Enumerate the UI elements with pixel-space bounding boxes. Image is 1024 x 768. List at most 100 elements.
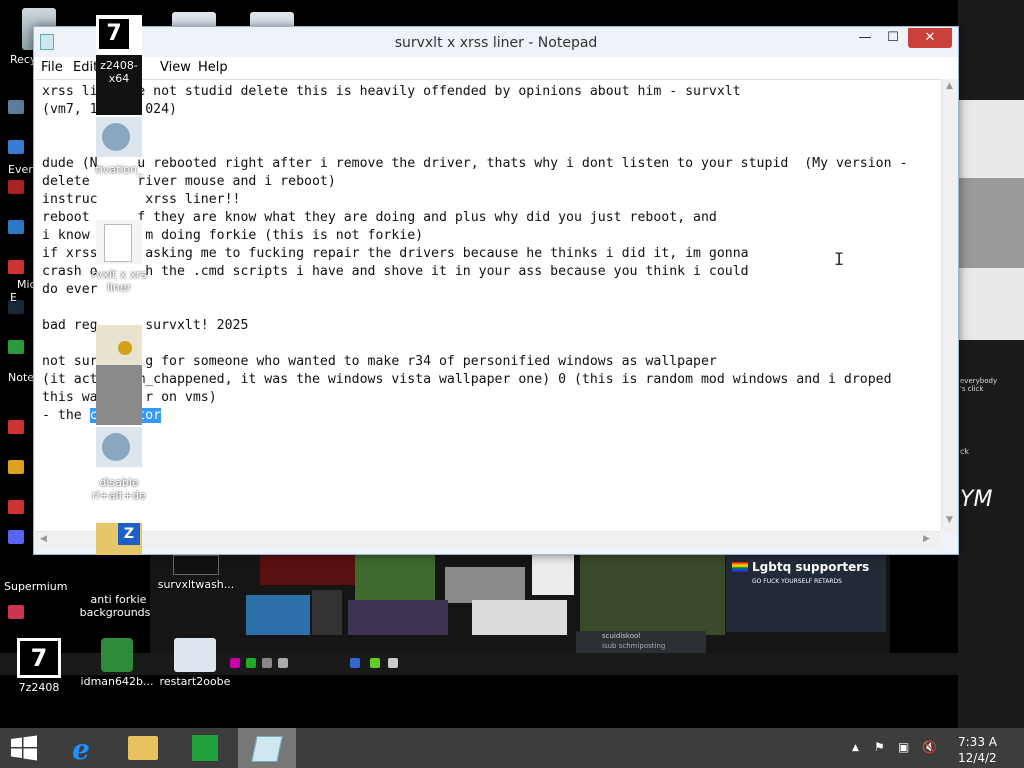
survxlt-file-icon[interactable] [96,220,142,264]
gear-icon [102,433,130,461]
wallpaper-right-strip: everybody 's click ck YM [958,0,1024,730]
scroll-right-icon[interactable]: ▶ [923,534,930,544]
taskbar-store[interactable] [176,728,234,768]
desktop-icon-idman[interactable]: idman642b... [80,638,154,688]
wallpaper-collage: Lgbtq supporters GO FUCK YOURSELF RETARD… [150,545,890,655]
title-bar[interactable]: survxlt x xrss liner - Notepad — ☐ ✕ [34,27,958,57]
horizontal-scrollbar[interactable]: ◀ ▶ [35,531,941,548]
vm-tray-icon [246,658,256,668]
store-icon [192,735,218,761]
mini-icon[interactable] [4,220,28,242]
text-file-icon [104,224,132,262]
show-hidden-icons-icon[interactable]: ▲ [852,743,859,753]
vm-tray-icon [262,658,272,668]
clock-time: 7:33 A [958,735,997,749]
7zip-icon: 7 [99,19,129,49]
activation-icon[interactable] [96,117,142,157]
mini-icon[interactable] [4,460,28,482]
wallpaper-chat-bubble: scuidiskool isub schmiposting [576,631,706,655]
disable-ctrl-alt-del-label: disable rl+alt+de [92,476,146,502]
mini-icon[interactable] [4,605,28,627]
taskbar: e ▲ ⚑ ▣ 🔇 7:33 A 12/4/2 [0,728,1024,768]
7zip-icon: 7 [17,638,61,678]
disable-icon[interactable] [96,427,142,467]
network-icon[interactable]: ▣ [898,740,909,754]
windows-logo-icon [11,735,37,761]
taskbar-file-explorer[interactable] [114,728,172,768]
wallpaper-tile-racecar [580,555,725,635]
lgbtq-text: Lgbtq supporters [752,560,870,574]
wallpaper-tile-jeep [472,600,567,635]
desktop-icon-restart2oobe[interactable]: restart2oobe [158,638,232,688]
wallpaper-tile-lgbtq: Lgbtq supporters GO FUCK YOURSELF RETARD… [726,550,886,632]
wallpaper-tile-car [445,567,525,603]
notepad-window: survxlt x xrss liner - Notepad — ☐ ✕ Fil… [33,26,959,555]
document-text[interactable]: xrss li he not studid delete this is hea… [42,83,907,425]
action-center-flag-icon[interactable]: ⚑ [874,740,885,754]
wallpaper-tile-white [532,555,574,595]
anti-forkie-label: anti forkie backgrounds [79,593,151,619]
menu-help[interactable]: Help [198,60,228,75]
desktop-icon-7z2408[interactable]: 7 7z2408 [2,638,76,694]
vm-tray-icon [350,658,360,668]
desktop-icon-anti-forkie-backgrounds[interactable]: anti forkie backgrounds [78,580,152,619]
idman-label: idman642b... [80,675,154,688]
scroll-left-icon[interactable]: ◀ [40,534,47,544]
close-button[interactable]: ✕ [908,28,952,48]
vertical-scrollbar[interactable]: ▲ ▼ [941,79,958,531]
window-title: survxlt x xrss liner - Notepad [394,35,598,51]
supermium-label: Supermium [4,580,68,593]
mic-label: Mic E [10,278,36,304]
wallpaper-tile-site [348,600,448,635]
mini-icon[interactable] [4,420,28,442]
maximize-button[interactable]: ☐ [880,28,906,48]
text-editor[interactable]: xrss li he not studid delete this is hea… [35,79,941,532]
taskbar-notepad[interactable] [238,728,296,768]
certificate-seal-icon [118,341,132,355]
mini-icon[interactable] [4,140,28,162]
system-clock[interactable]: 7:33 A 12/4/2 [958,734,997,766]
overlapping-icon-column: 7 z2408-x64 tivation_ rvxlt x xrs liner … [91,15,147,555]
wallpaper-block-gray [958,178,1024,268]
menu-view[interactable]: View [160,60,191,75]
scroll-up-icon[interactable]: ▲ [946,81,953,91]
icon-column-gray [96,365,142,425]
menu-file[interactable]: File [41,60,63,75]
zip-icon: Z [118,523,140,545]
gear-icon [102,123,130,151]
certificate-icon[interactable] [96,325,142,365]
scroll-down-icon[interactable]: ▼ [946,515,953,525]
7zip-x64-label: z2408-x64 [100,59,138,85]
mini-icon[interactable] [4,530,28,552]
vm-tray-icon [370,658,380,668]
desktop-icon-supermium[interactable]: Supermium [4,580,74,593]
start-button[interactable] [0,728,48,768]
lgbtq-subtext: GO FUCK YOURSELF RETARDS [752,578,842,585]
restart2oobe-label: restart2oobe [159,675,231,688]
image-file-icon [173,555,219,575]
note-label: Note [8,371,35,384]
ibeam-cursor-icon: I [834,250,845,270]
chat-message: isub schmiposting [602,642,666,650]
wallpaper-tile-phone [312,590,342,635]
mini-icon[interactable] [4,180,28,202]
wallpaper-tile-red [260,555,355,585]
minimize-button[interactable]: — [852,28,878,48]
internet-explorer-icon: e [72,733,90,766]
vm-tray-icon [388,658,398,668]
mini-icon[interactable] [4,500,28,522]
archive-folder-icon[interactable]: Z [96,523,142,555]
volume-muted-icon[interactable]: 🔇 [922,740,937,754]
every-label: Ever [8,163,33,176]
survxltwash-label: survxltwash... [157,578,235,591]
folder-icon [128,736,158,760]
taskbar-internet-explorer[interactable]: e [52,728,110,768]
vm-tray-icon [278,658,288,668]
mini-icon[interactable] [4,340,28,362]
icon-7z-column[interactable]: 7 [96,15,142,55]
desktop-icon-survxltwash[interactable]: survxltwash... [156,555,236,591]
menu-bar: File Edit View Help [34,57,958,79]
chat-name: scuidiskool [602,632,641,640]
notepad-icon [251,736,283,762]
mini-icon[interactable] [4,100,28,122]
